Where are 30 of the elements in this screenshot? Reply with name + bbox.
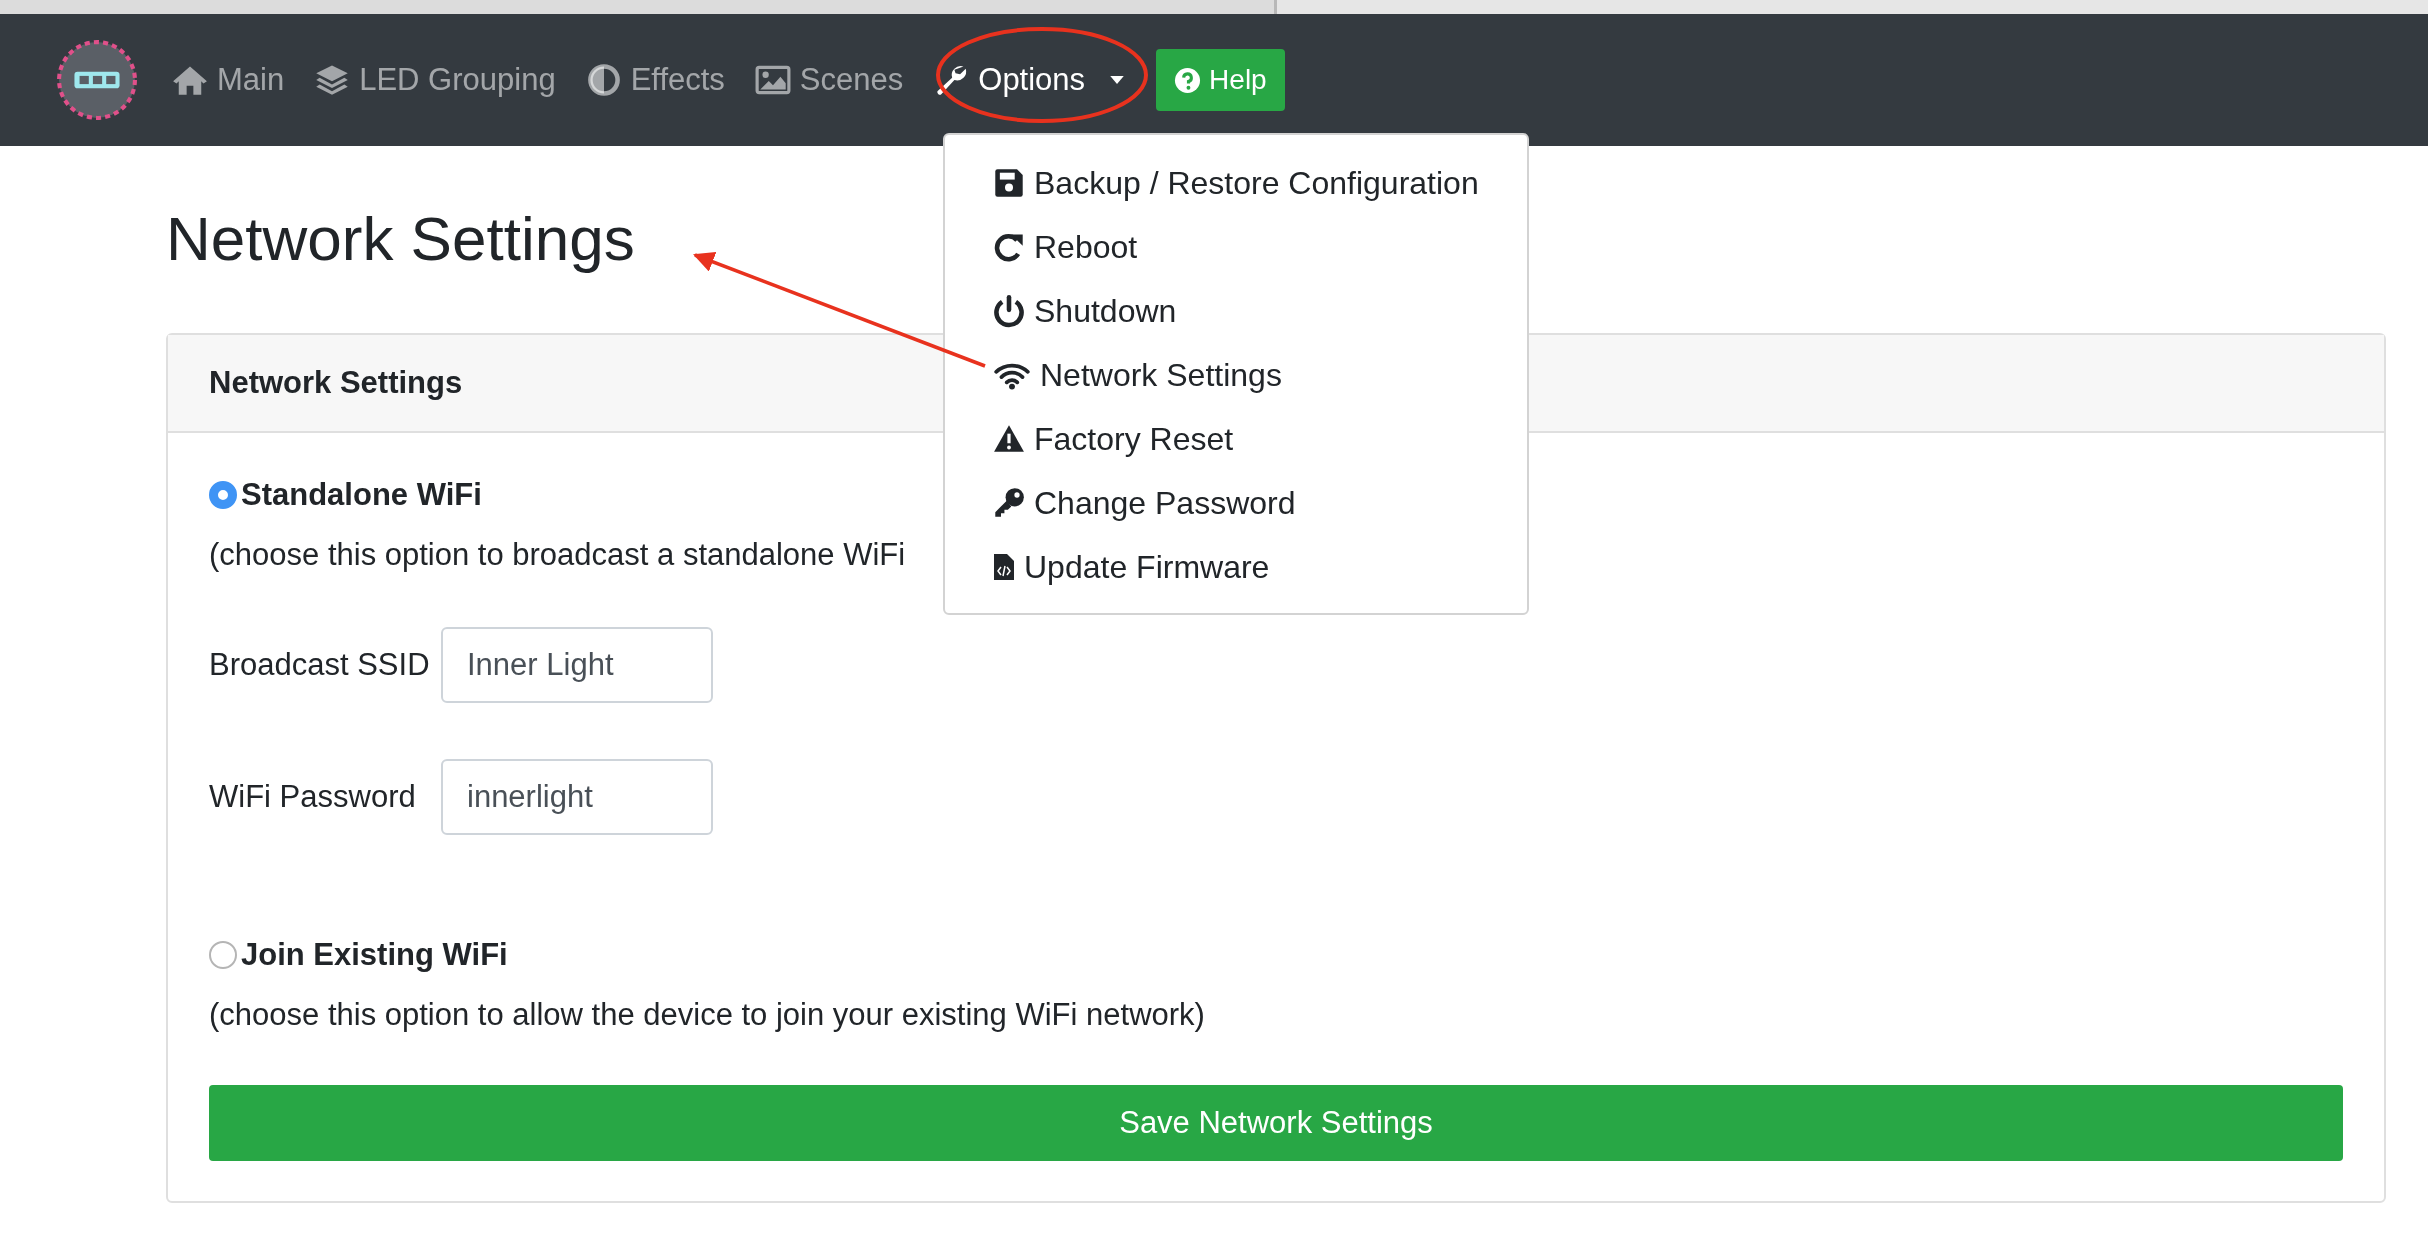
menu-item[interactable]: Backup / Restore Configuration [945, 151, 1527, 215]
menu-item[interactable]: Factory Reset [945, 407, 1527, 471]
radio-label: Join Existing WiFi [241, 937, 508, 974]
option-description: (choose this option to allow the device to join your existing WiFi network) [209, 997, 1205, 1034]
field-label: WiFi Password [209, 779, 417, 816]
power-icon [993, 293, 1025, 329]
radio-button[interactable] [209, 941, 237, 970]
option-description: (choose this option to broadcast a standalone WiFi [209, 537, 906, 574]
nav-link[interactable]: Scenes [754, 62, 904, 98]
menu-item[interactable]: Reboot [945, 215, 1527, 279]
card-title: Network Settings [209, 365, 463, 402]
caret-icon [1110, 75, 1125, 85]
nav-link[interactable]: Options [933, 62, 1125, 98]
menu-item[interactable]: Change Password [945, 471, 1527, 535]
contrast-icon [585, 63, 622, 97]
input-field[interactable]: innerlight [441, 759, 713, 836]
menu-item[interactable]: Update Firmware [945, 535, 1527, 599]
nav-link[interactable]: Main [172, 62, 285, 98]
field-label: Broadcast SSID [209, 647, 431, 684]
question-icon [1174, 66, 1202, 94]
page-title: Network Settings [166, 203, 635, 275]
menu-item[interactable]: Network Settings [945, 343, 1527, 407]
menu-item[interactable]: Shutdown [945, 279, 1527, 343]
image-icon [754, 63, 791, 97]
nav-link[interactable]: LED Grouping [314, 62, 556, 98]
logo-icon[interactable] [56, 39, 138, 121]
radio-label: Standalone WiFi [241, 477, 482, 514]
radio-button[interactable] [209, 481, 237, 510]
nav-link[interactable]: Effects [585, 62, 725, 98]
input-field[interactable]: Inner Light [441, 627, 713, 704]
